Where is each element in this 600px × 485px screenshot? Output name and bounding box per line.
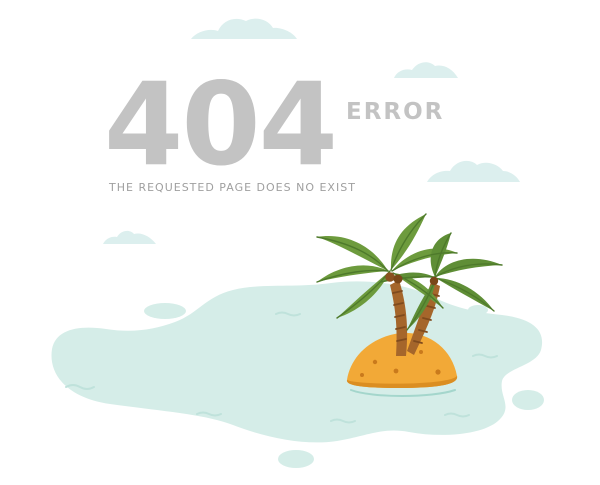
error-word: ERROR	[346, 99, 445, 125]
error-page: 404 ERROR THE REQUESTED PAGE DOES NO EXI…	[0, 0, 600, 485]
cloud-icon	[103, 230, 156, 244]
error-code: 404	[104, 58, 338, 191]
cloud-icon	[427, 160, 520, 182]
cloud-icon	[394, 62, 458, 78]
cloud-icon	[191, 18, 297, 39]
error-message: THE REQUESTED PAGE DOES NO EXIST	[109, 181, 356, 194]
water	[51, 281, 544, 468]
